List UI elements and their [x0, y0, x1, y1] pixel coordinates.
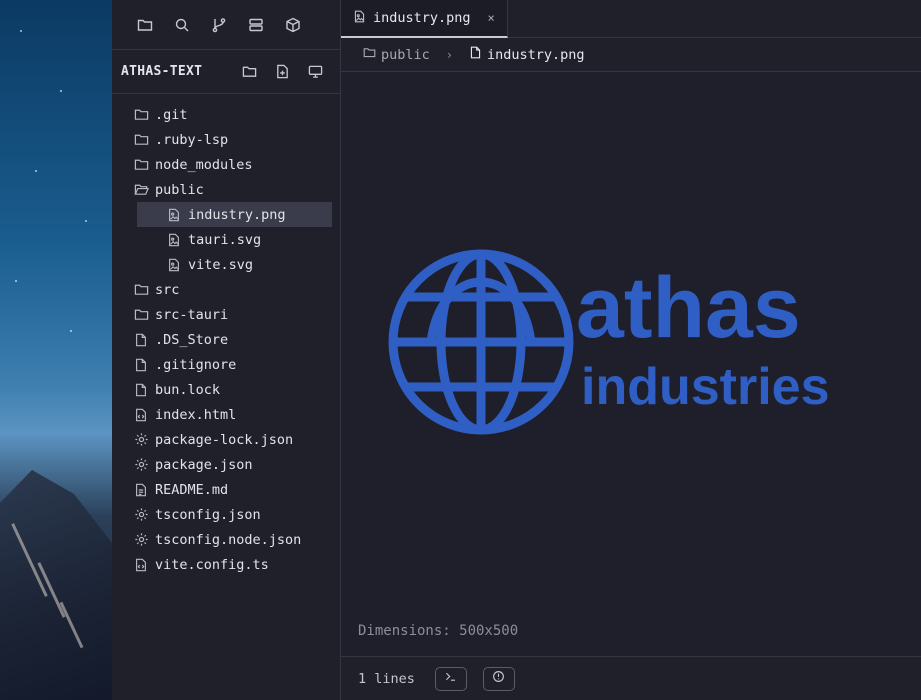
tree-item-label: public: [155, 182, 204, 198]
folder-icon: [133, 157, 149, 173]
code-file-icon: [133, 407, 149, 423]
tree-item-public[interactable]: public: [112, 177, 332, 202]
file-icon: [133, 332, 149, 348]
logo-text-bottom: industries: [581, 358, 830, 416]
new-folder-icon[interactable]: [233, 59, 266, 85]
editor-area: industry.png × public › industry.png: [341, 0, 921, 700]
breadcrumb-file[interactable]: industry.png: [469, 46, 585, 63]
monitor-icon[interactable]: [299, 59, 332, 85]
package-icon[interactable]: [274, 10, 311, 40]
tree-item-label: README.md: [155, 482, 228, 498]
breadcrumb-file-label: industry.png: [487, 47, 585, 63]
tree-item-vite-config-ts[interactable]: vite.config.ts: [112, 552, 332, 577]
text-file-icon: [133, 482, 149, 498]
desktop-wallpaper: [0, 0, 112, 700]
tree-item-label: .gitignore: [155, 357, 236, 373]
tree-item-label: tauri.svg: [188, 232, 261, 248]
server-icon[interactable]: [237, 10, 274, 40]
tree-item-tauri-svg[interactable]: tauri.svg: [112, 227, 332, 252]
tree-item-label: tsconfig.json: [155, 507, 261, 523]
tree-item-label: src: [155, 282, 179, 298]
terminal-icon: [444, 670, 457, 687]
status-bar: 1 lines: [341, 656, 921, 700]
tree-item-package-json[interactable]: package.json: [112, 452, 332, 477]
tree-item-ds-store[interactable]: .DS_Store: [112, 327, 332, 352]
tree-item-label: tsconfig.node.json: [155, 532, 301, 548]
folder-icon: [133, 307, 149, 323]
git-branch-icon[interactable]: [200, 10, 237, 40]
gear-icon: [133, 432, 149, 448]
file-icon: [133, 357, 149, 373]
tree-item-gitignore[interactable]: .gitignore: [112, 352, 332, 377]
breadcrumb: public › industry.png: [341, 38, 921, 72]
chevron-right-icon: ›: [446, 48, 453, 62]
explorer-header: ATHAS-TEXT: [112, 50, 340, 94]
line-count: 1 lines: [358, 671, 415, 687]
sidebar: ATHAS-TEXT .git .ruby-lsp node_modulespubl…: [112, 0, 341, 700]
image-file-icon: [353, 10, 366, 27]
tree-item-node-modules[interactable]: node_modules: [112, 152, 332, 177]
tab-label: industry.png: [373, 10, 471, 26]
tree-item-label: .git: [155, 107, 188, 123]
gear-icon: [133, 532, 149, 548]
search-icon[interactable]: [163, 10, 200, 40]
tree-item-src[interactable]: src: [112, 277, 332, 302]
image-viewer: athas industries Dimensions: 500x500: [341, 72, 921, 656]
athas-industries-logo: athas industries: [386, 242, 841, 442]
tree-item-readme-md[interactable]: README.md: [112, 477, 332, 502]
folder-icon: [133, 107, 149, 123]
tab-industry-png[interactable]: industry.png ×: [341, 0, 508, 38]
tree-item-label: vite.svg: [188, 257, 253, 273]
tree-item-label: package.json: [155, 457, 253, 473]
tree-item-industry-png[interactable]: industry.png: [137, 202, 332, 227]
image-dimensions: Dimensions: 500x500: [358, 623, 518, 639]
breadcrumb-folder[interactable]: public: [363, 46, 430, 63]
image-file-icon: [166, 257, 182, 273]
tree-item-ruby-lsp[interactable]: .ruby-lsp: [112, 127, 332, 152]
logo-text-top: athas: [576, 260, 801, 356]
activity-bar: [112, 0, 340, 50]
tree-item-label: .DS_Store: [155, 332, 228, 348]
file-tree: .git .ruby-lsp node_modulespublic industry.…: [112, 94, 340, 577]
tree-item-label: package-lock.json: [155, 432, 293, 448]
terminal-button[interactable]: [435, 667, 467, 691]
tree-item-tsconfig-node-json[interactable]: tsconfig.node.json: [112, 527, 332, 552]
file-icon: [133, 382, 149, 398]
tree-item-src-tauri[interactable]: src-tauri: [112, 302, 332, 327]
tree-item-label: index.html: [155, 407, 236, 423]
tree-item-label: industry.png: [188, 207, 286, 223]
tree-item-label: src-tauri: [155, 307, 228, 323]
tree-item-label: .ruby-lsp: [155, 132, 228, 148]
alert-circle-icon: [492, 670, 505, 687]
folder-icon: [133, 282, 149, 298]
tree-item-label: vite.config.ts: [155, 557, 269, 573]
folder-open-icon: [133, 182, 149, 198]
project-title: ATHAS-TEXT: [121, 64, 233, 79]
breadcrumb-folder-label: public: [381, 47, 430, 63]
tree-item-vite-svg[interactable]: vite.svg: [112, 252, 332, 277]
tree-item-tsconfig-json[interactable]: tsconfig.json: [112, 502, 332, 527]
tree-item-package-lock-json[interactable]: package-lock.json: [112, 427, 332, 452]
diagnostics-button[interactable]: [483, 667, 515, 691]
close-icon[interactable]: ×: [488, 11, 495, 25]
file-icon: [469, 46, 482, 63]
gear-icon: [133, 457, 149, 473]
tree-item-bun-lock[interactable]: bun.lock: [112, 377, 332, 402]
tree-item-label: node_modules: [155, 157, 253, 173]
new-file-icon[interactable]: [266, 59, 299, 85]
code-file-icon: [133, 557, 149, 573]
tree-item-label: bun.lock: [155, 382, 220, 398]
tree-item-git[interactable]: .git: [112, 102, 332, 127]
tree-item-index-html[interactable]: index.html: [112, 402, 332, 427]
tab-bar: industry.png ×: [341, 0, 921, 38]
image-file-icon: [166, 232, 182, 248]
folder-icon[interactable]: [126, 10, 163, 40]
gear-icon: [133, 507, 149, 523]
image-file-icon: [166, 207, 182, 223]
folder-icon: [363, 46, 376, 63]
folder-icon: [133, 132, 149, 148]
